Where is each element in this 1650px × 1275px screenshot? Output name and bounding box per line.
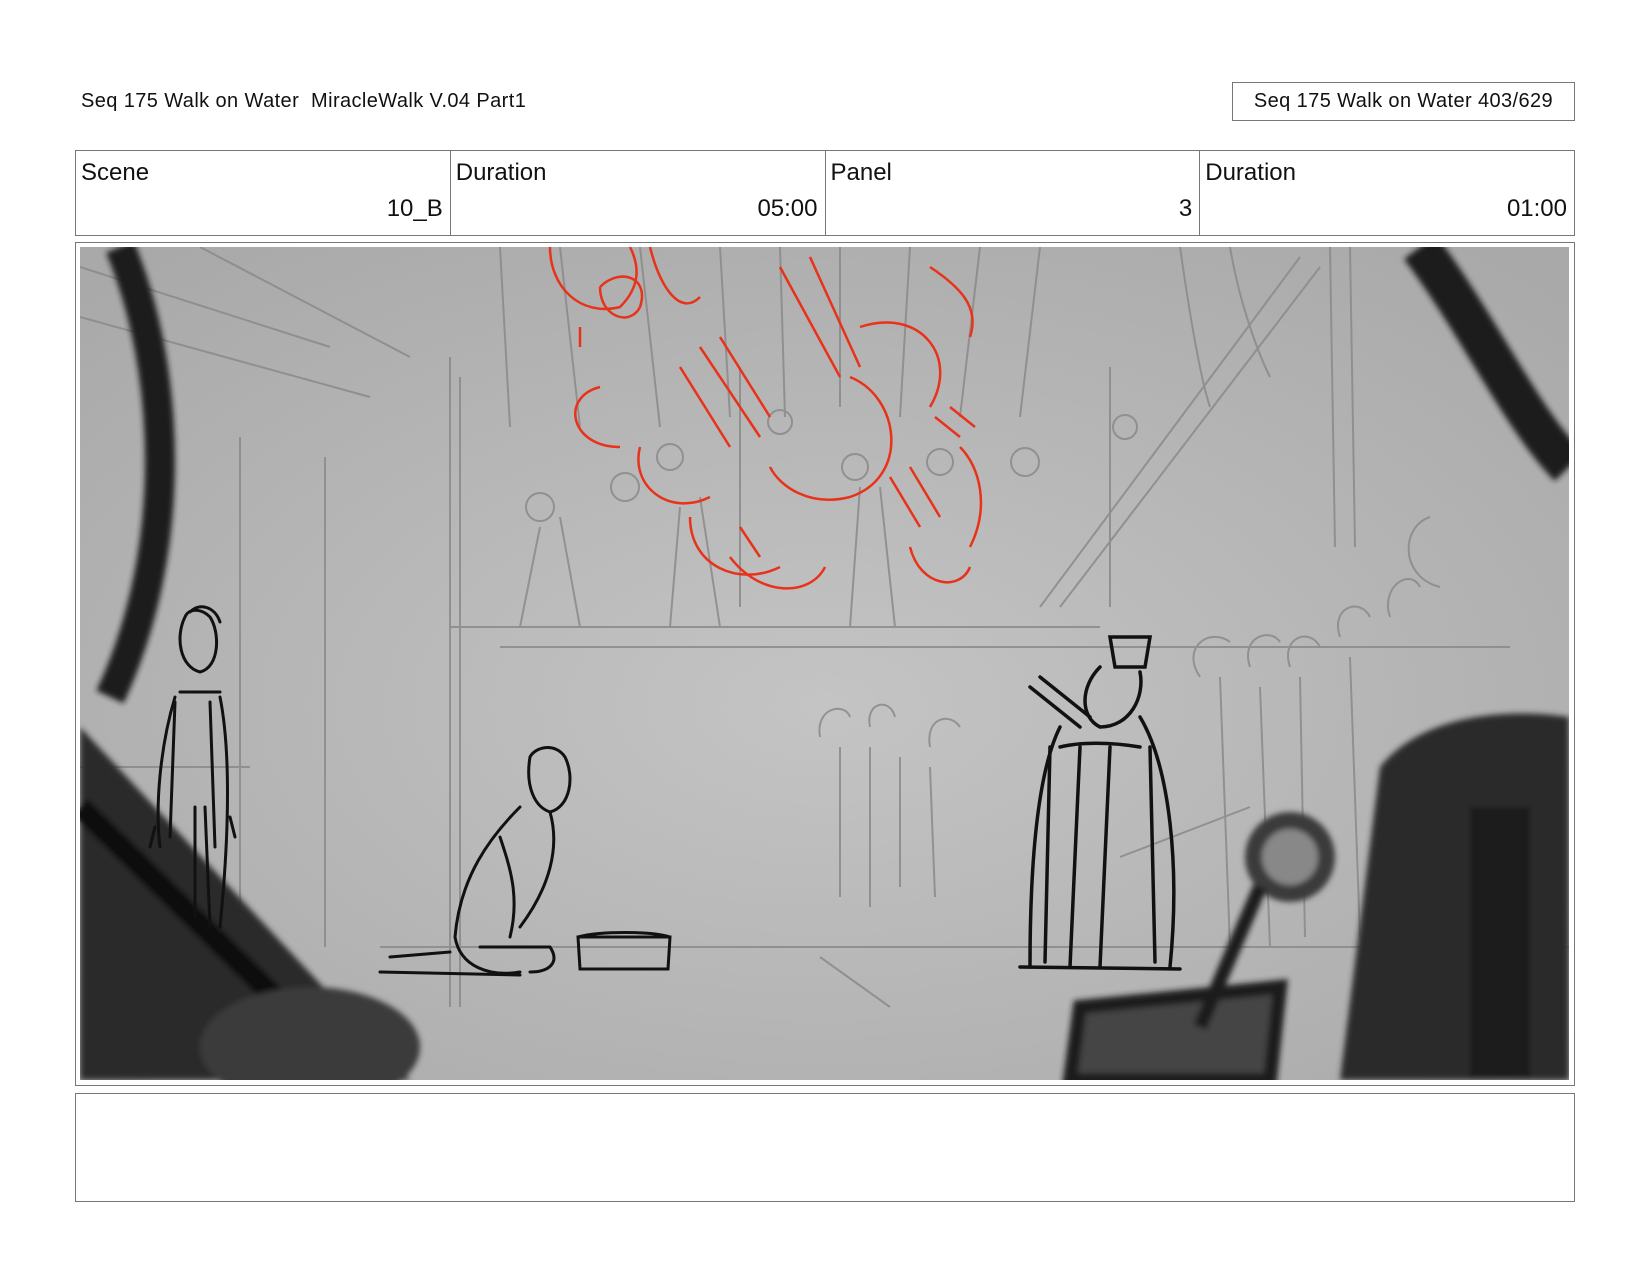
- panel-cell: Panel 3: [826, 151, 1201, 235]
- shot-info-table: Scene 10_B Duration 05:00 Panel 3 Durati…: [75, 150, 1575, 236]
- panel-background: [80, 247, 1569, 1080]
- scene-label: Scene: [81, 159, 150, 186]
- panel-notes-box: [75, 1093, 1575, 1202]
- storyboard-panel-frame: [75, 242, 1575, 1086]
- storyboard-sketch-image: [80, 247, 1569, 1080]
- document-title: Seq 175 Walk on Water MiracleWalk V.04 P…: [81, 90, 527, 112]
- scene-duration-label: Duration: [455, 159, 547, 186]
- page-reference-text: Seq 175 Walk on Water 403/629: [1253, 90, 1554, 112]
- panel-label: Panel: [830, 159, 892, 186]
- storyboard-sketch: [80, 247, 1569, 1080]
- panel-duration-cell: Duration 01:00: [1200, 151, 1574, 235]
- scene-cell: Scene 10_B: [76, 151, 451, 235]
- panel-duration-value: 01:00: [1506, 195, 1567, 222]
- page-reference-box: Seq 175 Walk on Water 403/629: [1232, 82, 1575, 121]
- panel-duration-label: Duration: [1205, 159, 1296, 186]
- scene-value: 10_B: [386, 195, 443, 222]
- scene-duration-cell: Duration 05:00: [451, 151, 826, 235]
- scene-duration-value: 05:00: [757, 195, 818, 222]
- panel-value: 3: [1178, 195, 1193, 222]
